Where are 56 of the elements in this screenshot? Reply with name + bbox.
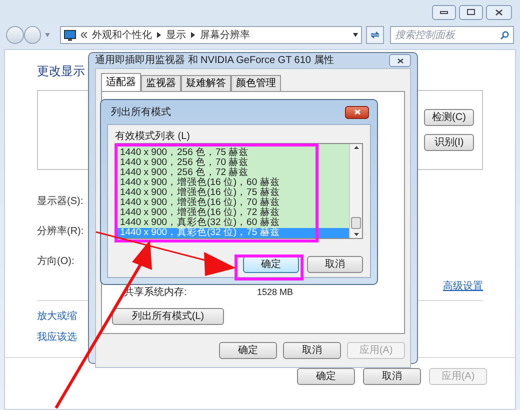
mode-list-item[interactable]: 1440 x 900，增强色(16 位)，60 赫兹 (116, 178, 349, 188)
tab[interactable]: 疑难解答 (181, 75, 231, 91)
mode-list-item[interactable]: 1440 x 900，真彩色(32 位)，60 赫兹 (116, 218, 349, 228)
close-icon (354, 109, 360, 115)
tab[interactable]: 适配器 (101, 73, 141, 91)
side-button[interactable]: 检测(C) (424, 109, 474, 126)
close-button[interactable] (389, 54, 411, 67)
side-button[interactable]: 识别(I) (424, 134, 474, 151)
setting-label: 显示器(S): (37, 195, 84, 207)
breadcrumb-arrow-icon (156, 32, 161, 38)
scroll-down-icon[interactable] (354, 233, 358, 236)
close-icon (495, 8, 503, 16)
mode-list-item[interactable]: 1440 x 900，256 色，70 赫兹 (116, 158, 349, 168)
maximize-button[interactable] (459, 4, 483, 20)
minimize-button[interactable] (432, 4, 456, 20)
breadcrumb-item[interactable]: 外观和个性化 (92, 28, 152, 42)
mode-list-item[interactable]: 1440 x 900，增强色(16 位)，70 赫兹 (116, 198, 349, 208)
list-all-modes-button[interactable]: 列出所有模式(L) (112, 308, 224, 325)
address-bar[interactable]: 外观和个性化 显示 屏幕分辨率 (60, 26, 362, 44)
dialog-button[interactable]: 取消 (283, 342, 341, 359)
refresh-arrows-icon (370, 31, 380, 39)
mode-list-item[interactable]: 1440 x 900，增强色(16 位)，75 赫兹 (116, 188, 349, 198)
tab[interactable]: 颜色管理 (231, 75, 281, 91)
scroll-up-icon[interactable] (354, 146, 358, 149)
tab[interactable]: 监视器 (141, 75, 181, 91)
dialog-button[interactable]: 取消 (307, 256, 363, 273)
dialog-button[interactable]: 取消 (363, 368, 421, 385)
close-icon (396, 58, 404, 64)
dialog-button[interactable]: 确定 (297, 368, 355, 385)
search-icon (500, 30, 510, 40)
list-label: 有效模式列表 (L) (115, 130, 191, 143)
memory-value: 1528 MB (257, 286, 294, 299)
breadcrumb-item[interactable]: 显示 (166, 28, 186, 42)
close-button[interactable] (345, 106, 369, 118)
monitor-icon (64, 30, 76, 40)
highlight-frame (234, 254, 304, 280)
dialog-title: 通用即插即用监视器 和 NVIDIA GeForce GT 610 属性 (95, 54, 334, 68)
scrollbar-thumb[interactable] (351, 217, 361, 229)
close-button[interactable] (486, 4, 512, 20)
dialog-button[interactable]: 确定 (219, 342, 277, 359)
breadcrumb-item[interactable]: 屏幕分辨率 (200, 28, 250, 42)
setting-label: 方向(O): (37, 254, 74, 267)
page-heading: 更改显示 (37, 63, 86, 80)
help-link[interactable]: 放大或缩 (37, 309, 77, 324)
dialog-title: 列出所有模式 (111, 106, 171, 120)
mode-list-item[interactable]: 1440 x 900，256 色，72 赫兹 (116, 168, 349, 178)
mode-list-item[interactable]: 1440 x 900，增强色(16 位)，72 赫兹 (116, 208, 349, 218)
breadcrumb-arrow-icon (190, 32, 195, 38)
help-link[interactable]: 我应该选 (37, 330, 77, 345)
mode-list-item[interactable]: 1440 x 900，256 色，75 赫兹 (116, 148, 349, 158)
dropdown-caret-icon[interactable] (353, 33, 358, 37)
double-chevron-icon (80, 32, 87, 38)
setting-label: 分辨率(R): (37, 224, 84, 237)
advanced-settings-link[interactable]: 高级设置 (443, 279, 483, 294)
scrollbar[interactable] (349, 144, 362, 238)
refresh-button[interactable] (366, 26, 384, 44)
